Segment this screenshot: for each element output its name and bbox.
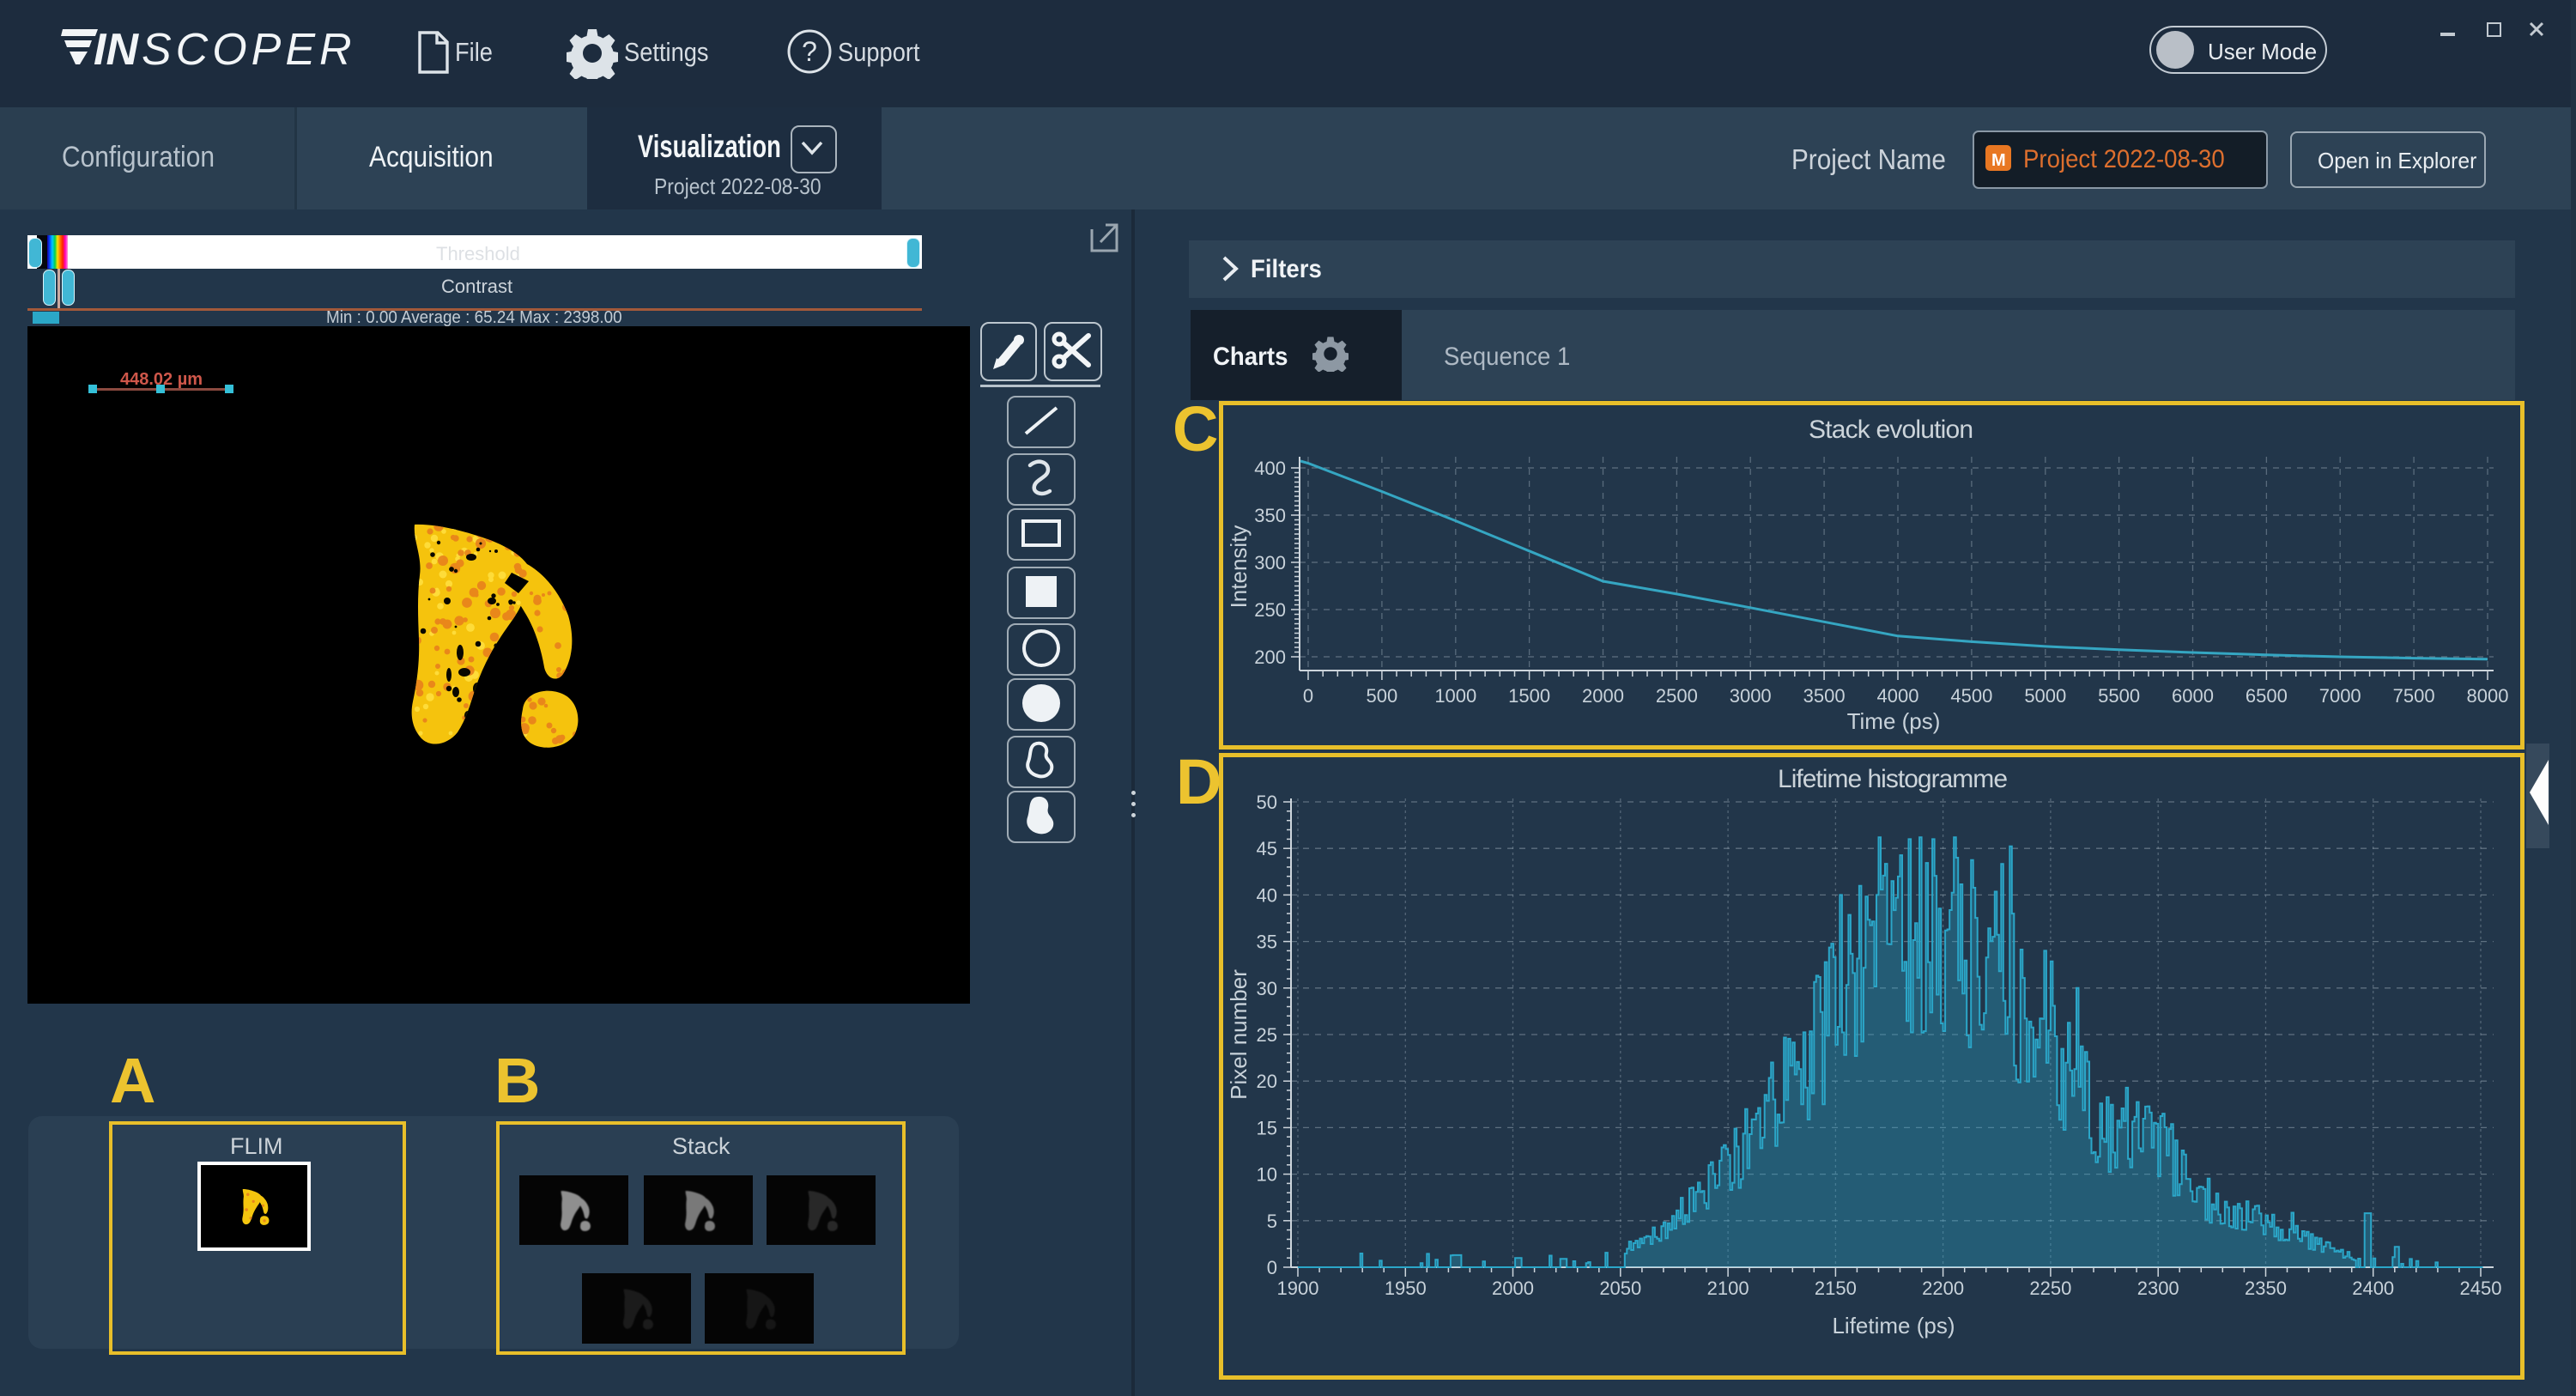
svg-text:1500: 1500 bbox=[1508, 685, 1550, 707]
svg-text:1900: 1900 bbox=[1277, 1278, 1319, 1299]
svg-text:2000: 2000 bbox=[1582, 685, 1624, 707]
svg-text:300: 300 bbox=[1254, 552, 1286, 574]
svg-text:Stack evolution: Stack evolution bbox=[1809, 416, 1973, 444]
svg-text:400: 400 bbox=[1254, 458, 1286, 479]
svg-text:2400: 2400 bbox=[2352, 1278, 2394, 1299]
svg-text:Lifetime histogramme: Lifetime histogramme bbox=[1778, 765, 2008, 793]
svg-text:350: 350 bbox=[1254, 505, 1286, 526]
svg-text:3500: 3500 bbox=[1803, 685, 1846, 707]
svg-text:5500: 5500 bbox=[2098, 685, 2140, 707]
svg-text:25: 25 bbox=[1257, 1024, 1277, 1046]
svg-text:250: 250 bbox=[1254, 599, 1286, 621]
svg-text:0: 0 bbox=[1267, 1257, 1277, 1278]
svg-text:20: 20 bbox=[1257, 1071, 1277, 1092]
svg-text:2100: 2100 bbox=[1707, 1278, 1749, 1299]
svg-text:4500: 4500 bbox=[1950, 685, 1992, 707]
svg-text:35: 35 bbox=[1257, 932, 1277, 953]
svg-text:2300: 2300 bbox=[2137, 1278, 2179, 1299]
svg-text:7500: 7500 bbox=[2393, 685, 2435, 707]
svg-text:0: 0 bbox=[1303, 685, 1313, 707]
svg-text:2200: 2200 bbox=[1922, 1278, 1964, 1299]
svg-text:8000: 8000 bbox=[2467, 685, 2509, 707]
svg-text:10: 10 bbox=[1257, 1164, 1277, 1186]
svg-text:2050: 2050 bbox=[1599, 1278, 1641, 1299]
svg-text:200: 200 bbox=[1254, 646, 1286, 668]
svg-text:1000: 1000 bbox=[1434, 685, 1476, 707]
svg-text:Lifetime (ps): Lifetime (ps) bbox=[1832, 1313, 1955, 1338]
svg-text:5: 5 bbox=[1267, 1211, 1277, 1232]
svg-text:Time (ps): Time (ps) bbox=[1847, 708, 1941, 734]
svg-text:40: 40 bbox=[1257, 884, 1277, 906]
svg-text:2450: 2450 bbox=[2460, 1278, 2502, 1299]
svg-text:4000: 4000 bbox=[1877, 685, 1919, 707]
svg-text:5000: 5000 bbox=[2024, 685, 2066, 707]
svg-text:2000: 2000 bbox=[1492, 1278, 1534, 1299]
svg-text:Pixel number: Pixel number bbox=[1226, 969, 1252, 1100]
svg-text:7000: 7000 bbox=[2319, 685, 2361, 707]
svg-text:6500: 6500 bbox=[2246, 685, 2288, 707]
svg-text:2500: 2500 bbox=[1656, 685, 1698, 707]
svg-text:500: 500 bbox=[1367, 685, 1398, 707]
svg-text:6000: 6000 bbox=[2172, 685, 2214, 707]
svg-text:45: 45 bbox=[1257, 838, 1277, 859]
svg-text:2350: 2350 bbox=[2245, 1278, 2287, 1299]
svg-text:1950: 1950 bbox=[1385, 1278, 1427, 1299]
svg-text:Intensity: Intensity bbox=[1226, 525, 1252, 609]
svg-text:2250: 2250 bbox=[2029, 1278, 2071, 1299]
svg-text:30: 30 bbox=[1257, 978, 1277, 999]
svg-text:15: 15 bbox=[1257, 1117, 1277, 1138]
svg-text:50: 50 bbox=[1257, 792, 1277, 813]
svg-text:3000: 3000 bbox=[1730, 685, 1772, 707]
svg-text:2150: 2150 bbox=[1815, 1278, 1857, 1299]
